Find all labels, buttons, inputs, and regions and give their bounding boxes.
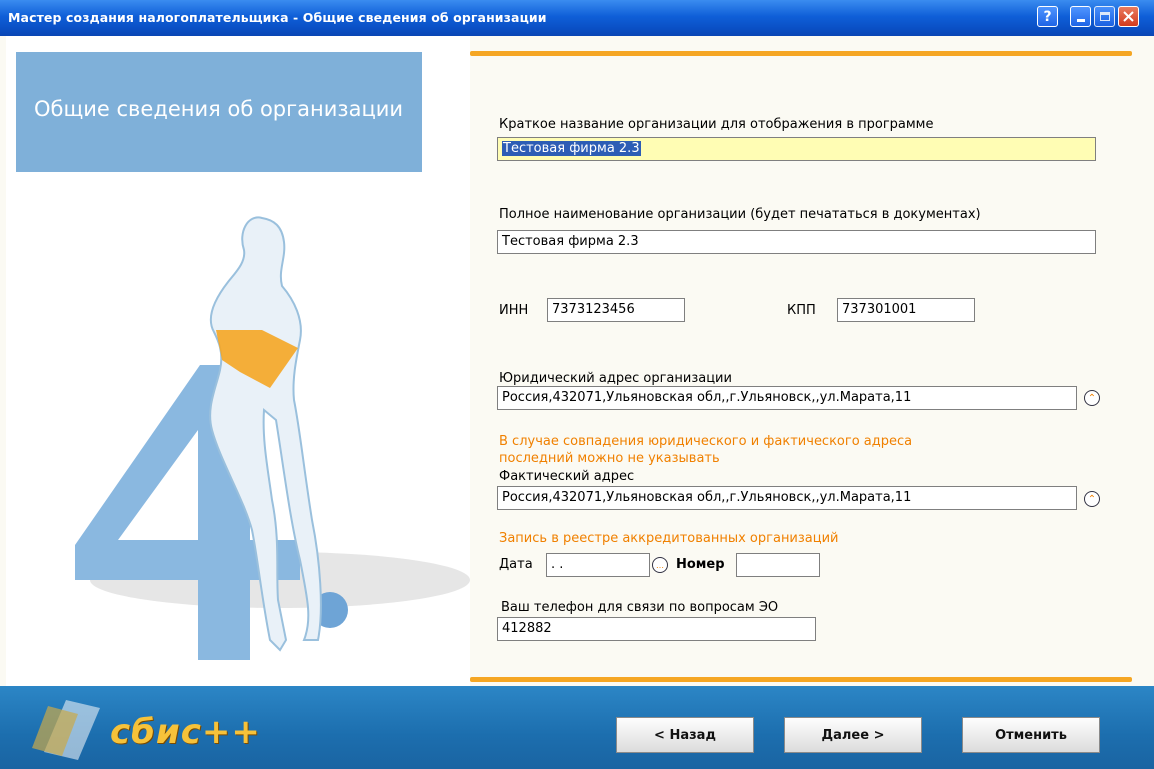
chevron-up-icon: ⌃ bbox=[1087, 493, 1097, 505]
phone-label: Ваш телефон для связи по вопросам ЭО bbox=[501, 600, 779, 615]
short-name-label: Краткое название организации для отображ… bbox=[499, 117, 934, 132]
section-title: Общие сведения об организации bbox=[34, 97, 404, 121]
legal-address-label: Юридический адрес организации bbox=[499, 371, 732, 386]
short-name-field[interactable]: Тестовая фирма 2.3 bbox=[497, 137, 1096, 161]
full-name-field[interactable]: Тестовая фирма 2.3 bbox=[497, 230, 1096, 254]
ellipsis-icon: … bbox=[656, 560, 664, 570]
cancel-button[interactable]: Отменить bbox=[962, 717, 1100, 753]
actual-address-label: Фактический адрес bbox=[499, 469, 635, 484]
help-button[interactable]: ? bbox=[1037, 6, 1058, 27]
legal-address-expand-button[interactable]: ⌃ bbox=[1084, 390, 1100, 406]
close-icon bbox=[1123, 11, 1134, 22]
maximize-icon bbox=[1099, 12, 1110, 21]
next-button[interactable]: Далее > bbox=[784, 717, 922, 753]
registry-label: Запись в реестре аккредитованных организ… bbox=[499, 531, 839, 546]
number-label: Номер bbox=[676, 557, 725, 572]
back-button[interactable]: < Назад bbox=[616, 717, 754, 753]
full-name-label: Полное наименование организации (будет п… bbox=[499, 207, 981, 222]
chevron-up-icon: ⌃ bbox=[1087, 392, 1097, 404]
date-field[interactable]: . . bbox=[546, 553, 650, 577]
inn-label: ИНН bbox=[499, 303, 529, 318]
address-note-line2: последний можно не указывать bbox=[499, 451, 720, 466]
inn-field[interactable]: 7373123456 bbox=[547, 298, 685, 322]
minimize-icon bbox=[1076, 19, 1085, 22]
address-note-line1: В случае совпадения юридического и факти… bbox=[499, 434, 913, 449]
minimize-button[interactable] bbox=[1070, 6, 1091, 27]
help-icon: ? bbox=[1043, 8, 1052, 25]
actual-address-expand-button[interactable]: ⌃ bbox=[1084, 491, 1100, 507]
number-field[interactable] bbox=[736, 553, 820, 577]
date-label: Дата bbox=[499, 557, 533, 572]
date-picker-button[interactable]: … bbox=[652, 557, 668, 573]
logo-mark-icon bbox=[32, 700, 100, 760]
actual-address-field[interactable]: Россия,432071,Ульяновская обл,,г.Ульянов… bbox=[497, 486, 1077, 510]
top-divider bbox=[470, 51, 1132, 56]
short-name-value: Тестовая фирма 2.3 bbox=[502, 141, 641, 156]
close-button[interactable] bbox=[1118, 6, 1139, 27]
logo-text: сбис++ bbox=[110, 712, 261, 752]
phone-field[interactable]: 412882 bbox=[497, 617, 816, 641]
legal-address-field[interactable]: Россия,432071,Ульяновская обл,,г.Ульянов… bbox=[497, 386, 1077, 410]
maximize-button[interactable] bbox=[1094, 6, 1115, 27]
illustration bbox=[75, 216, 470, 660]
kpp-field[interactable]: 737301001 bbox=[837, 298, 975, 322]
title-bar: Мастер создания налогоплательщика - Общи… bbox=[0, 0, 1154, 36]
window-title: Мастер создания налогоплательщика - Общи… bbox=[8, 10, 547, 25]
bottom-divider bbox=[470, 677, 1132, 682]
kpp-label: КПП bbox=[787, 303, 816, 318]
